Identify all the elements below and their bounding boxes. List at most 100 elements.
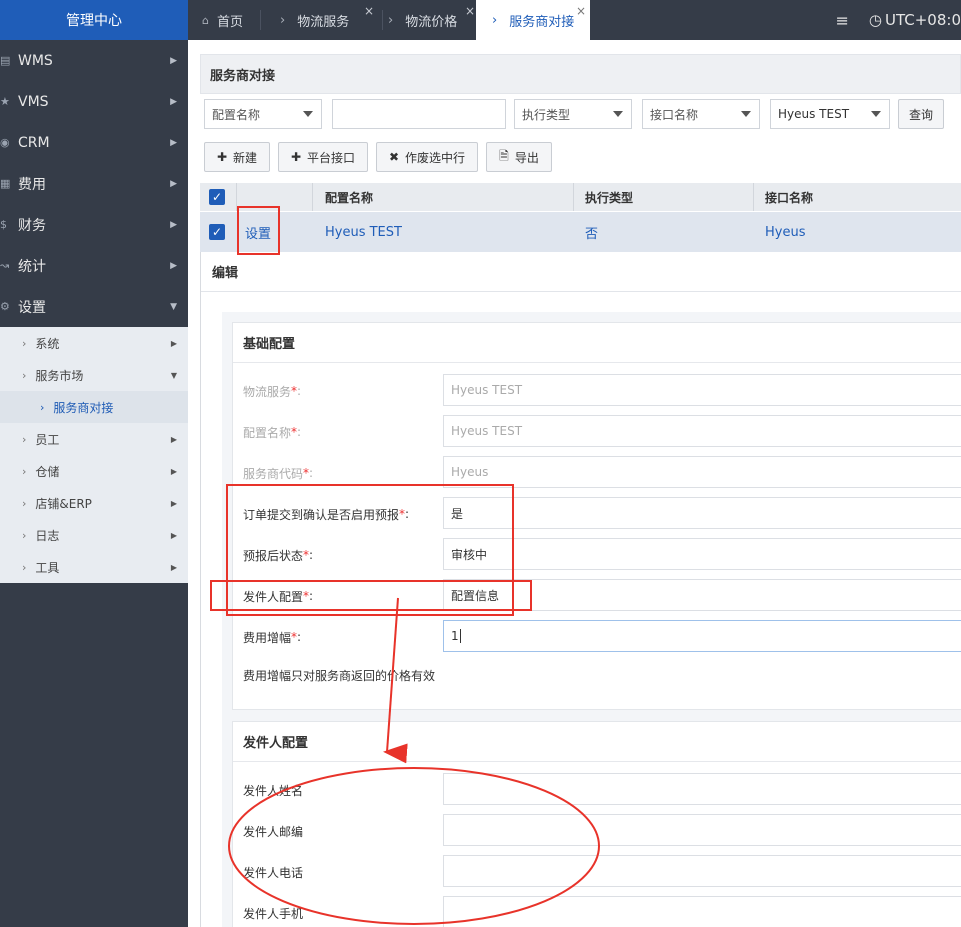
- tab-label: 物流价格: [405, 14, 458, 30]
- caret-right-icon: ▶: [170, 466, 177, 476]
- check-icon: ✓: [209, 224, 225, 240]
- tab-provider-integration[interactable]: › 服务商对接 ×: [476, 0, 590, 40]
- logistics-service-field[interactable]: Hyeus TEST: [443, 374, 961, 406]
- column-header-exec-type[interactable]: 执行类型: [585, 183, 633, 211]
- interface-name-select[interactable]: 接口名称: [642, 99, 760, 129]
- row-checkbox[interactable]: ✓: [209, 212, 225, 252]
- sidebar-item-fees[interactable]: ▦ 费用 ▶: [0, 163, 188, 204]
- platform-interface-button[interactable]: ✚ 平台接口: [278, 142, 368, 172]
- column-divider: [573, 183, 574, 211]
- modal-overlay: [188, 252, 200, 927]
- tab-home[interactable]: ⌂ 首页: [202, 0, 243, 40]
- provider-code-field[interactable]: Hyeus: [443, 456, 961, 488]
- section-title: 基础配置: [233, 323, 961, 363]
- table-header: ✓ 配置名称 执行类型 接口名称: [200, 183, 961, 211]
- fee-increase-input[interactable]: 1: [443, 620, 961, 652]
- menu-toggle-icon[interactable]: ≡: [836, 11, 849, 30]
- column-header-interface-name[interactable]: 接口名称: [765, 183, 813, 211]
- caret-down-icon: [303, 111, 313, 117]
- tab-label: 首页: [216, 14, 243, 30]
- sidebar-item-wms[interactable]: ▤ WMS ▶: [0, 40, 188, 81]
- caret-down-icon: [871, 111, 881, 117]
- sidebar-item-crm[interactable]: ◉ CRM ▶: [0, 122, 188, 163]
- sidebar-subitem-log[interactable]: › 日志 ▶: [0, 519, 188, 551]
- void-selected-button[interactable]: ✖ 作废选中行: [376, 142, 478, 172]
- sidebar-subitem-label: 工具: [35, 560, 60, 575]
- export-button[interactable]: 🗎 导出: [486, 142, 552, 172]
- field-label: 订单提交到确认是否启用预报 *:: [243, 507, 410, 522]
- field-label: 发件人手机: [243, 906, 304, 921]
- sidebar-subitem-system[interactable]: › 系统 ▶: [0, 327, 188, 359]
- sidebar-subitem-label: 员工: [35, 432, 60, 447]
- form-row-sender-name: 发件人姓名: [243, 773, 961, 807]
- field-label: 物流服务 *:: [243, 384, 302, 399]
- cell-exec-type: 否: [585, 226, 599, 242]
- caret-right-icon: ▶: [170, 530, 177, 540]
- bank-icon: ▤: [0, 54, 11, 67]
- exec-type-select[interactable]: 执行类型: [514, 99, 632, 129]
- sidebar-item-label: VMS: [18, 93, 49, 110]
- chevron-right-icon: ▶: [170, 260, 177, 271]
- form-row-provider-code: 服务商代码 *: Hyeus: [243, 456, 961, 490]
- select-all-checkbox[interactable]: ✓: [209, 183, 225, 211]
- chevron-right-icon: ▶: [170, 219, 177, 230]
- form-row-logistics-service: 物流服务 *: Hyeus TEST: [243, 374, 961, 408]
- page-title: 服务商对接: [200, 54, 961, 94]
- caret-right-icon: ▶: [170, 338, 177, 348]
- sidebar-subitem-service-market[interactable]: › 服务市场 ▼: [0, 359, 188, 391]
- chevron-right-icon: ▶: [170, 178, 177, 189]
- sidebar-subitem-warehouse[interactable]: › 仓储 ▶: [0, 455, 188, 487]
- column-header-config-name[interactable]: 配置名称: [325, 183, 373, 211]
- sidebar-item-stats[interactable]: ↝ 统计 ▶: [0, 245, 188, 286]
- sender-config-select[interactable]: 配置信息: [443, 579, 961, 611]
- close-icon[interactable]: ×: [576, 4, 586, 18]
- post-forecast-status-select[interactable]: 审核中: [443, 538, 961, 570]
- config-name-select[interactable]: 配置名称: [204, 99, 322, 129]
- sender-zip-input[interactable]: [443, 814, 961, 846]
- sidebar-item-vms[interactable]: ★ VMS ▶: [0, 81, 188, 122]
- sidebar-subitem-provider-integration[interactable]: › 服务商对接: [0, 391, 188, 423]
- tab-logistics-price[interactable]: › 物流价格 ×: [388, 0, 475, 40]
- enable-forecast-select[interactable]: 是: [443, 497, 961, 529]
- export-file-icon: 🗎: [499, 148, 509, 163]
- query-button[interactable]: 查询: [898, 99, 944, 129]
- sidebar-subitem-label: 服务市场: [35, 368, 84, 383]
- sidebar-subitem-label: 日志: [35, 528, 60, 543]
- chevron-down-icon: ▼: [170, 301, 177, 312]
- chevron-right-icon: ›: [22, 432, 27, 446]
- form-row-sender-phone: 发件人电话: [243, 855, 961, 889]
- tab-label: 物流服务: [297, 14, 350, 30]
- config-name-field[interactable]: Hyeus TEST: [443, 415, 961, 447]
- sidebar-subitem-label: 店铺&ERP: [35, 496, 92, 511]
- sidebar-subitem-tools[interactable]: › 工具 ▶: [0, 551, 188, 583]
- tab-logistics-service[interactable]: › 物流服务 ×: [280, 0, 374, 40]
- star-icon: ★: [0, 95, 10, 108]
- sidebar-subitem-label: 仓储: [35, 464, 60, 479]
- sidebar-subitem-store-erp[interactable]: › 店铺&ERP ▶: [0, 487, 188, 519]
- top-right-tools: ≡ ◷ UTC+08:0: [836, 0, 961, 40]
- sender-mobile-input[interactable]: [443, 896, 961, 927]
- close-icon[interactable]: ×: [465, 4, 475, 18]
- select-value: 执行类型: [522, 107, 571, 122]
- sender-name-input[interactable]: [443, 773, 961, 805]
- sidebar-subitem-staff[interactable]: › 员工 ▶: [0, 423, 188, 455]
- timezone-label[interactable]: UTC+08:0: [885, 11, 961, 29]
- sidebar-item-label: 设置: [18, 299, 46, 316]
- new-button[interactable]: ✚ 新建: [204, 142, 270, 172]
- sidebar-item-finance[interactable]: $ 财务 ▶: [0, 204, 188, 245]
- settings-link[interactable]: 设置: [245, 212, 271, 252]
- chevron-right-icon: ›: [388, 12, 394, 28]
- select-value: 配置名称: [212, 107, 261, 122]
- service-select[interactable]: Hyeus TEST: [770, 99, 890, 129]
- select-value: Hyeus TEST: [778, 107, 850, 121]
- config-name-input[interactable]: [332, 99, 506, 129]
- sidebar-item-settings[interactable]: ⚙ 设置 ▼: [0, 286, 188, 327]
- field-label: 发件人姓名: [243, 783, 304, 798]
- sender-phone-input[interactable]: [443, 855, 961, 887]
- sidebar-item-label: CRM: [18, 134, 50, 151]
- modal-body: 基础配置 物流服务 *: Hyeus TEST 配置名称 *: Hyeus TEST…: [222, 312, 961, 927]
- sidebar-item-label: 财务: [18, 217, 46, 234]
- chevron-right-icon: ›: [22, 496, 27, 510]
- close-icon[interactable]: ×: [364, 4, 374, 18]
- form-row-sender-config: 发件人配置 *: 配置信息: [243, 579, 961, 613]
